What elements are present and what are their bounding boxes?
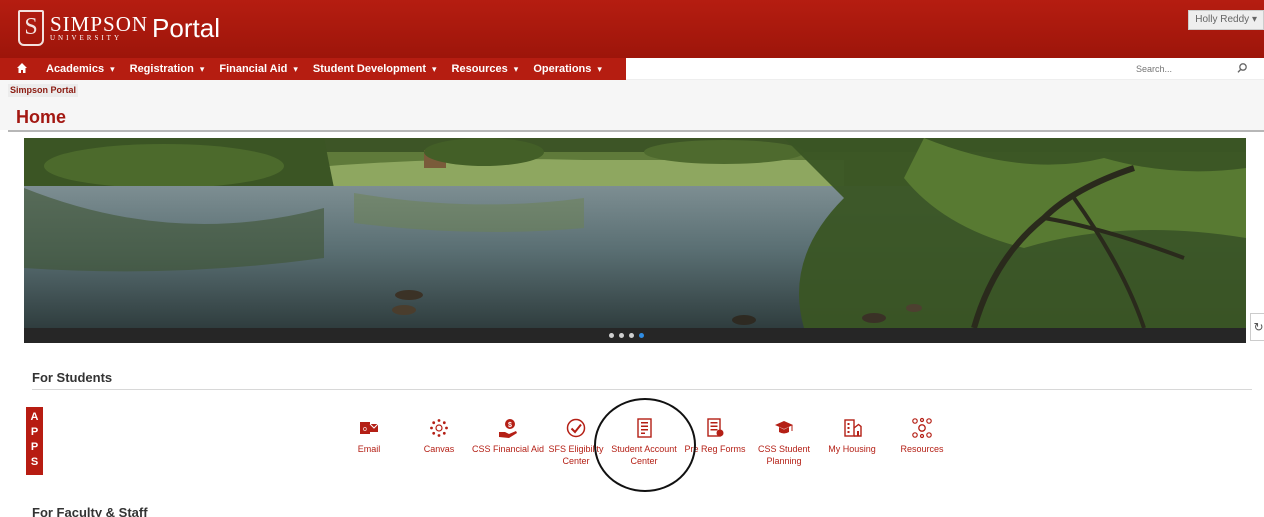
site-header: S SIMPSON UNIVERSITY Portal Holly Reddy …: [0, 0, 1264, 58]
apps-badge-letter: A: [30, 411, 39, 423]
apps-badge-letter: P: [30, 426, 39, 438]
app-label: Canvas: [423, 444, 455, 454]
app-my-housing[interactable]: My Housing: [812, 417, 892, 455]
breadcrumb-bar: [0, 80, 1264, 130]
app-resources[interactable]: Resources: [882, 417, 962, 455]
brand-portal: Portal: [152, 13, 220, 43]
home-icon[interactable]: [16, 62, 28, 74]
app-label: Pre Reg Forms: [684, 444, 746, 454]
image-carousel[interactable]: [24, 138, 1246, 343]
carousel-dots: [609, 333, 649, 338]
nav-item-label: Resources: [451, 63, 508, 75]
app-student-account-center[interactable]: Student Account Center: [604, 417, 684, 467]
app-label: My Housing: [828, 444, 876, 454]
user-name: Holly Reddy: [1195, 14, 1250, 25]
svg-text:$: $: [508, 422, 512, 429]
main-nav: Academics ▾ Registration ▾ Financial Aid ▾ Stu…: [0, 58, 1264, 80]
carousel-dot[interactable]: [619, 333, 624, 338]
brand-wordmark: SIMPSON UNIVERSITY: [50, 11, 149, 43]
nav-menu: Academics ▾ Registration ▾ Financial Aid ▾ Stu…: [46, 58, 617, 80]
faculty-section-title: For Faculty & Staff: [32, 505, 148, 517]
nav-item-student-development[interactable]: Student Development ▾: [313, 58, 437, 80]
app-label: Student Account Center: [611, 444, 677, 466]
outlook-mail-icon: o: [360, 422, 379, 434]
nav-item-label: Student Development: [312, 63, 426, 75]
carousel-dot[interactable]: [629, 333, 634, 338]
nav-item-label: Financial Aid: [219, 63, 288, 75]
nav-item-academics[interactable]: Academics ▾: [46, 58, 115, 80]
portal-page: S SIMPSON UNIVERSITY Portal Holly Reddy …: [0, 0, 1264, 517]
chevron-down-icon: ▾: [110, 64, 115, 74]
title-divider: [8, 130, 1264, 132]
students-section-title: For Students: [32, 370, 113, 385]
graduation-cap-icon: [775, 421, 793, 434]
portal-logo[interactable]: S SIMPSON UNIVERSITY Portal: [18, 10, 220, 46]
app-canvas[interactable]: Canvas: [399, 417, 479, 455]
resources-network-icon: [912, 417, 932, 439]
apps-badge-letter: S: [30, 456, 39, 468]
chevron-down-icon: ▾: [293, 64, 298, 74]
refresh-icon[interactable]: ↻: [1250, 313, 1264, 341]
students-section-divider: [32, 389, 1252, 390]
chevron-down-icon: ▾: [199, 64, 205, 74]
chevron-down-icon: ▾: [513, 64, 519, 74]
apps-badge-letter: P: [30, 441, 39, 453]
svg-text:o: o: [363, 426, 367, 433]
brand-simpson: SIMPSON: [50, 11, 149, 36]
search-icon[interactable]: [1236, 62, 1248, 74]
check-circle-icon: [566, 418, 586, 438]
financial-aid-hand-icon: $: [499, 419, 517, 438]
canvas-icon: [430, 419, 448, 437]
forms-icon: [707, 418, 724, 437]
nav-item-label: Registration: [129, 63, 194, 75]
app-email[interactable]: o Email: [329, 417, 409, 455]
account-document-icon: [637, 418, 652, 438]
pond-photo: [24, 138, 1246, 328]
nav-item-registration[interactable]: Registration ▾: [130, 58, 205, 80]
nav-item-resources[interactable]: Resources ▾: [452, 58, 519, 80]
housing-icon: [844, 419, 862, 437]
carousel-dot[interactable]: [609, 333, 614, 338]
page-title: Home: [16, 107, 67, 127]
nav-item-label: Operations: [533, 63, 592, 75]
apps-badge: APPS: [26, 407, 43, 475]
chevron-down-icon: ▾: [597, 64, 602, 74]
nav-item-financial-aid[interactable]: Financial Aid ▾: [219, 58, 298, 80]
app-pre-reg-forms[interactable]: Pre Reg Forms: [675, 417, 755, 455]
user-menu-caret-icon: ▾: [1251, 14, 1257, 25]
brand-university: UNIVERSITY: [50, 33, 122, 42]
app-label: Email: [357, 444, 381, 454]
search-input[interactable]: [1136, 62, 1226, 76]
nav-item-operations[interactable]: Operations ▾: [533, 58, 602, 80]
app-label: Resources: [900, 444, 944, 454]
user-menu[interactable]: Holly Reddy ▾: [1188, 10, 1264, 30]
chevron-down-icon: ▾: [432, 64, 437, 74]
simpson-shield-icon: S: [18, 10, 44, 46]
breadcrumb[interactable]: Simpson Portal: [8, 84, 79, 97]
carousel-dot[interactable]: [639, 333, 644, 338]
nav-item-label: Academics: [46, 63, 105, 75]
